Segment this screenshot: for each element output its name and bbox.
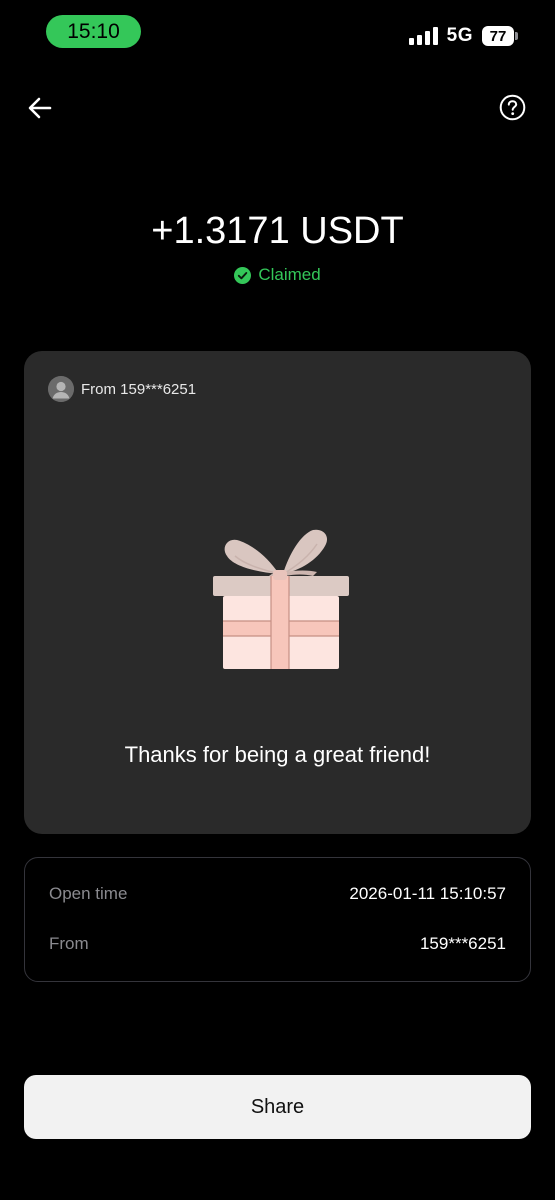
detail-value: 159***6251 — [419, 934, 506, 953]
network-type: 5G — [446, 25, 473, 46]
gift-card: From 159***6251 Thanks for being a great… — [24, 351, 531, 834]
sender-label: From 159***6251 — [81, 380, 197, 398]
battery-level: 77 — [482, 26, 514, 46]
signal-icon — [408, 27, 438, 45]
detail-row-open-time: Open time 2026-01-11 15:10:57 — [49, 884, 506, 904]
gift-message: Thanks for being a great friend! — [124, 742, 431, 767]
claim-status-label: Claimed — [258, 265, 321, 284]
status-time: 15:10 — [46, 15, 141, 48]
back-button[interactable] — [26, 94, 54, 122]
default-avatar-icon — [48, 376, 74, 402]
check-circle-icon — [234, 266, 252, 284]
details-card: Open time 2026-01-11 15:10:57 From 159**… — [24, 857, 531, 982]
detail-label: From — [49, 934, 89, 953]
question-circle-icon — [499, 94, 526, 121]
sender-row: From 159***6251 — [48, 376, 196, 402]
detail-value: 2026-01-11 15:10:57 — [349, 884, 506, 903]
detail-label: Open time — [49, 884, 128, 903]
help-button[interactable] — [499, 94, 526, 121]
claim-status: Claimed — [0, 265, 555, 285]
detail-row-from: From 159***6251 — [49, 934, 506, 954]
received-amount: +1.3171 USDT — [151, 210, 404, 252]
arrow-left-icon — [28, 97, 52, 119]
status-indicators: 5G 77 — [408, 24, 518, 48]
gift-box-icon — [213, 529, 349, 669]
battery-icon: 77 — [482, 26, 518, 46]
share-button[interactable]: Share — [24, 1075, 531, 1139]
